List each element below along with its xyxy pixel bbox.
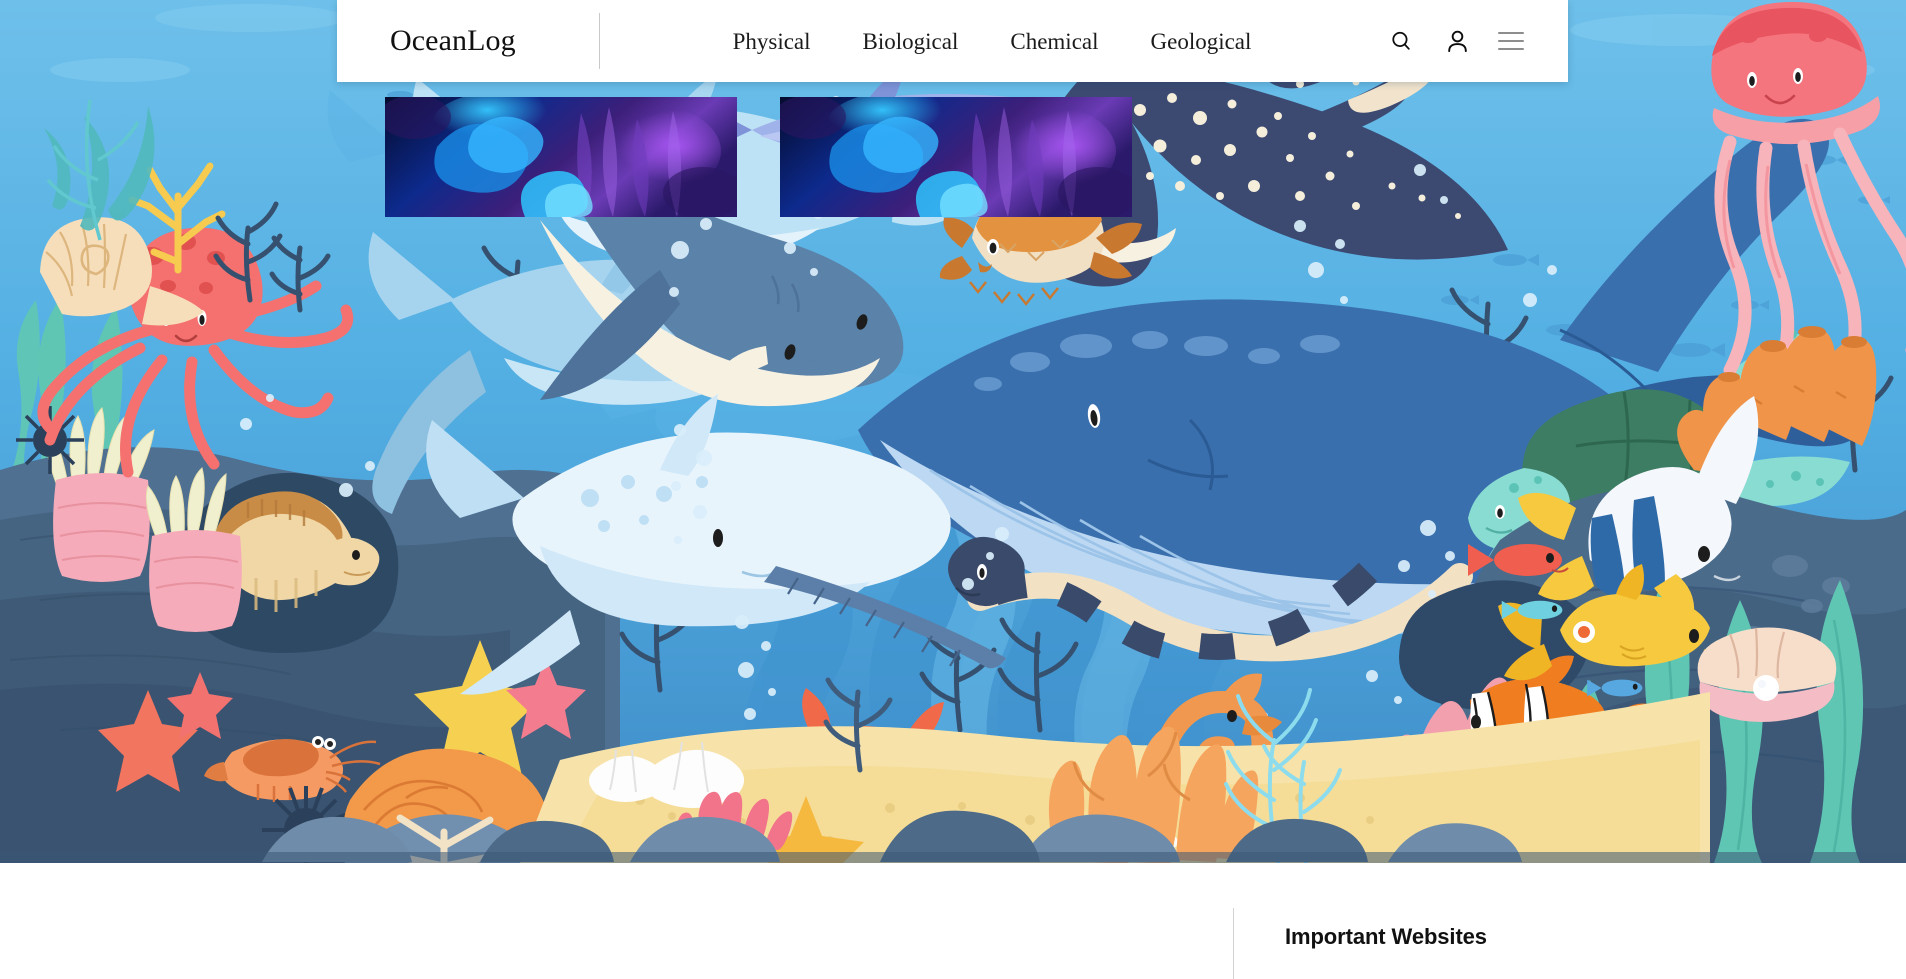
article-card-1[interactable] [385,97,737,217]
content-section [0,863,1906,979]
nav-item-chemical[interactable]: Chemical [1010,30,1098,53]
site-header: OceanLog Physical Biological Chemical Ge… [337,0,1568,82]
nav-item-biological[interactable]: Biological [863,30,959,53]
brand-name: OceanLog [390,24,516,57]
page-root: OceanLog Physical Biological Chemical Ge… [0,0,1906,979]
header-actions [1348,26,1568,56]
primary-navigation: Physical Biological Chemical Geological [600,30,1348,53]
hamburger-menu-icon[interactable] [1498,32,1524,50]
nav-item-physical[interactable]: Physical [733,30,811,53]
brand-logo[interactable]: OceanLog [337,0,599,82]
hamburger-line [1498,32,1524,35]
search-icon[interactable] [1386,26,1416,56]
sidebar-divider [1233,908,1234,979]
hamburger-line [1498,47,1524,50]
content-inner [0,863,1906,979]
nav-item-geological[interactable]: Geological [1151,30,1252,53]
hamburger-line [1498,39,1524,43]
article-card-2[interactable] [780,97,1132,217]
sidebar-title: Important Websites [1285,924,1487,949]
sidebar-column: Important Websites [1285,924,1705,950]
user-icon[interactable] [1442,26,1472,56]
